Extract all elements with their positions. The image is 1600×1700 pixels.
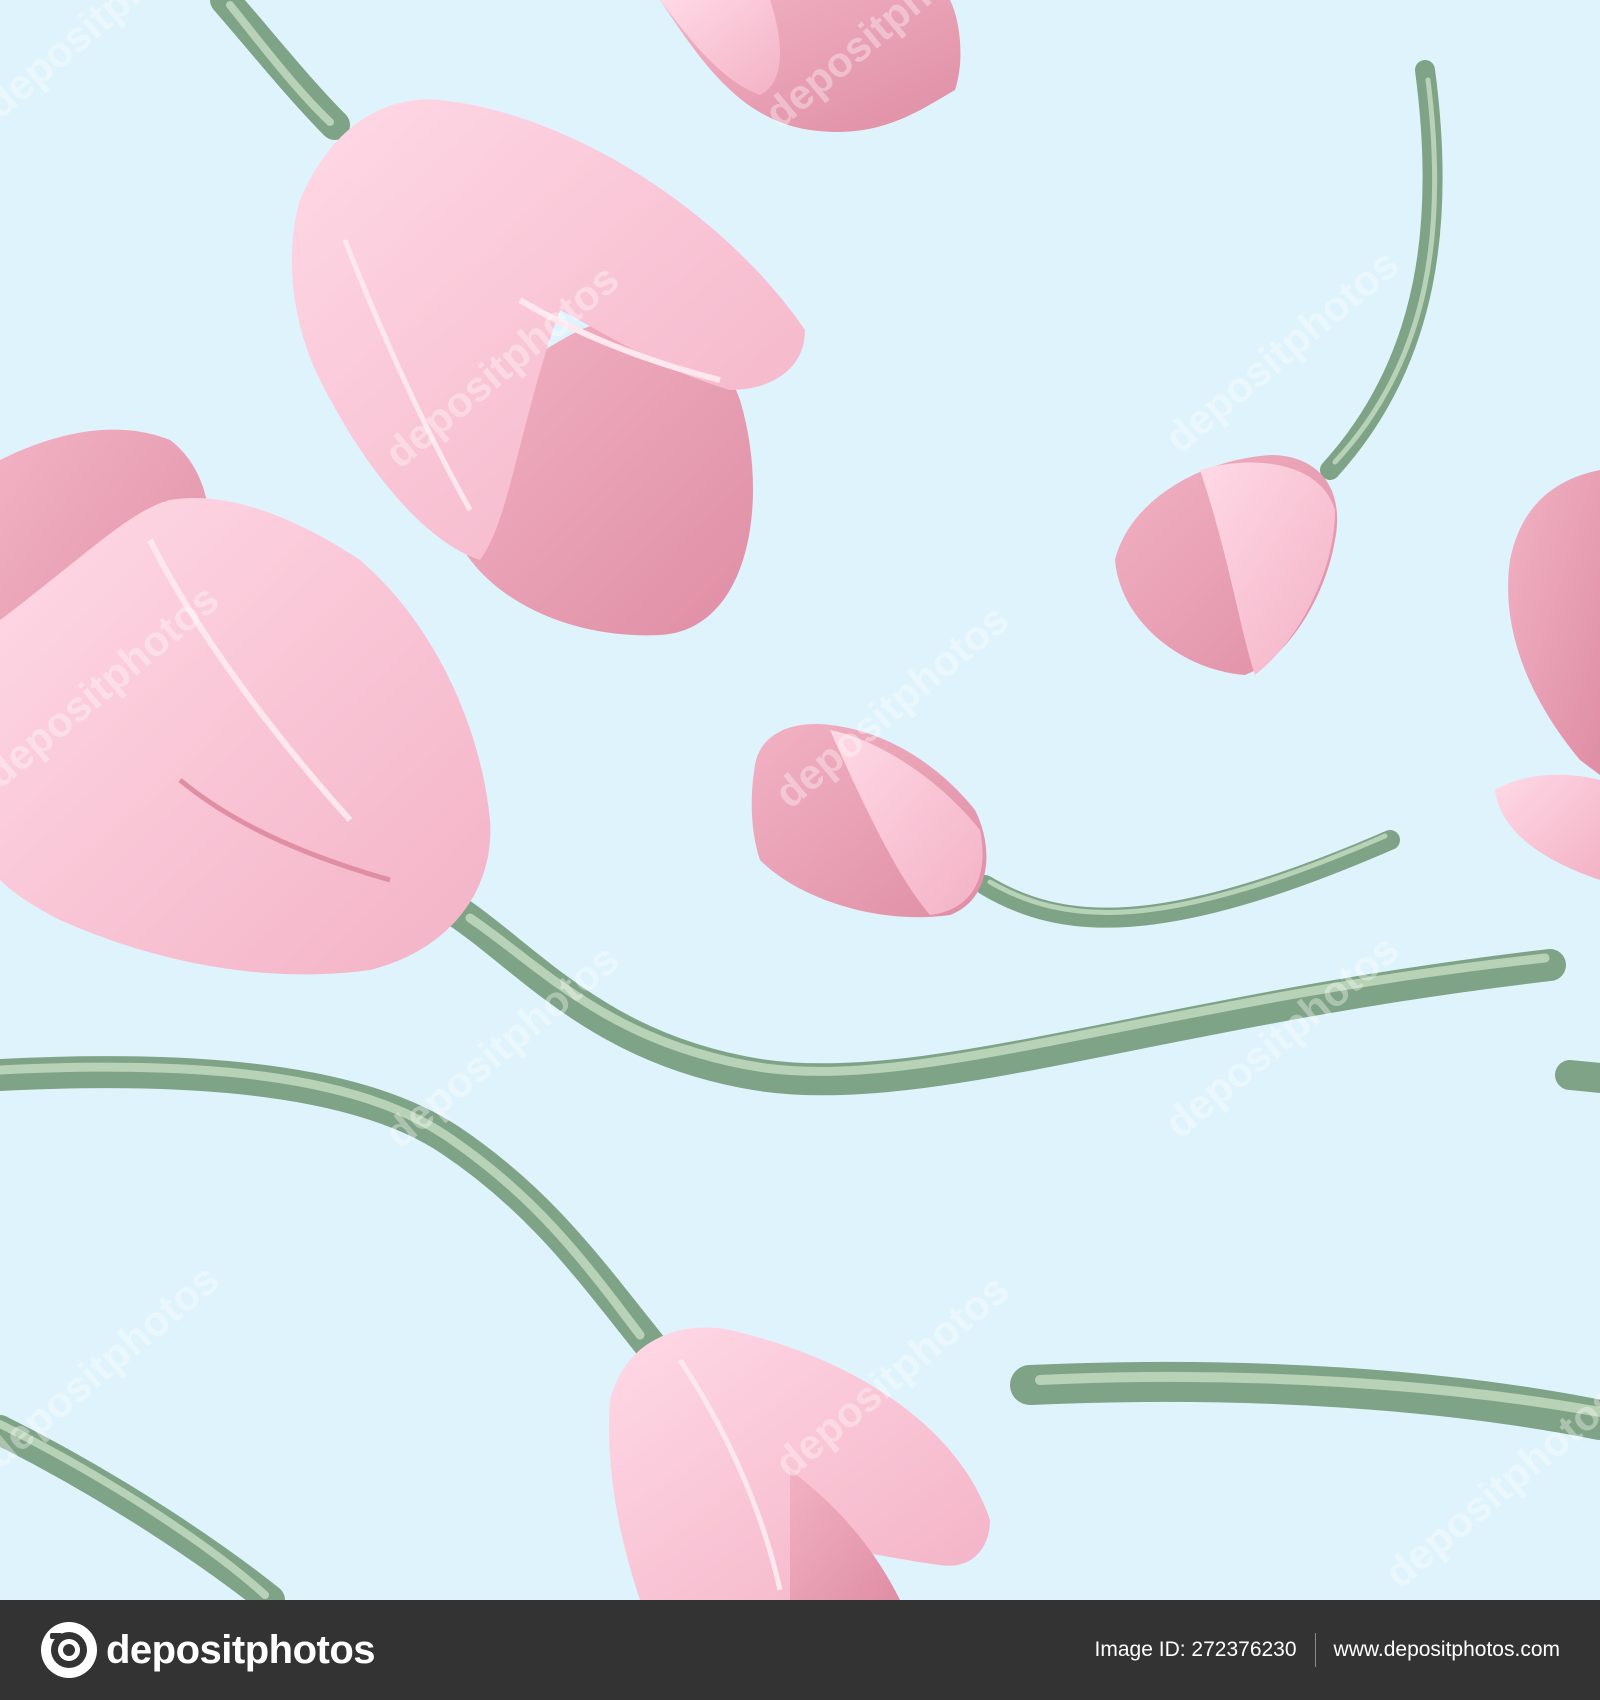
image-info: Image ID: 272376230 www.depositphotos.co…	[1095, 1630, 1560, 1670]
image-id-value: 272376230	[1191, 1638, 1297, 1661]
footer-bar: depositphotos Image ID: 272376230 www.de…	[0, 1600, 1600, 1700]
image-id-label: Image ID: 272376230	[1094, 1638, 1297, 1661]
depositphotos-logo[interactable]: depositphotos	[40, 1620, 376, 1680]
logo-text: depositphotos	[106, 1627, 376, 1672]
stem-right-edge	[1555, 1060, 1600, 1093]
stock-image: depositphotos depositphotos depositphoto…	[0, 0, 1600, 1600]
site-url-link[interactable]: www.depositphotos.com	[1334, 1638, 1560, 1662]
camera-logo-icon	[41, 1622, 97, 1678]
tulip-pattern-illustration: depositphotos depositphotos depositphoto…	[0, 0, 1600, 1600]
footer-divider	[1314, 1633, 1316, 1667]
